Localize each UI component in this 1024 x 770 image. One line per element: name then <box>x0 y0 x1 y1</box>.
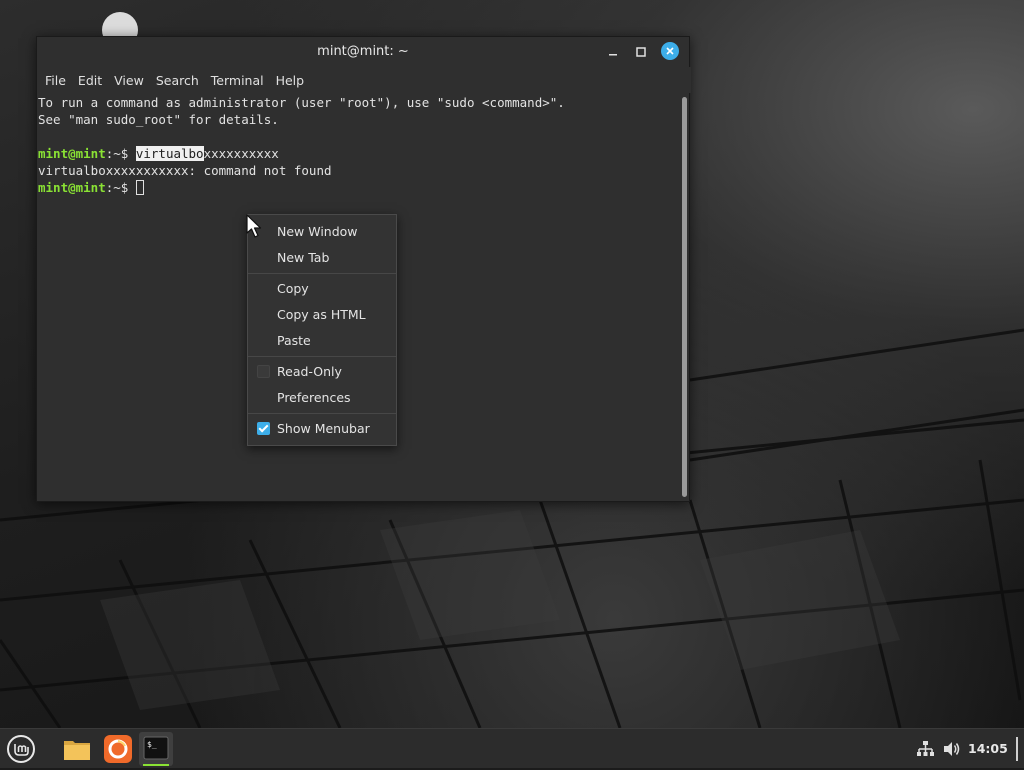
menu-help[interactable]: Help <box>270 73 311 88</box>
menu-file[interactable]: File <box>39 73 72 88</box>
files-launcher[interactable] <box>60 732 94 766</box>
terminal-icon: $_ <box>143 736 169 760</box>
menu-separator <box>248 356 396 357</box>
menu-item-label: Show Menubar <box>277 421 370 436</box>
text-cursor <box>135 180 144 195</box>
minimize-button[interactable] <box>603 42 623 62</box>
menu-item-paste[interactable]: Paste <box>248 328 396 354</box>
scrollbar[interactable] <box>681 93 689 501</box>
menu-item-copy-as-html[interactable]: Copy as HTML <box>248 302 396 328</box>
menu-item-new-window[interactable]: New Window <box>248 219 396 245</box>
close-button[interactable] <box>661 42 679 60</box>
context-menu: New Window New Tab Copy Copy as HTML Pas… <box>247 214 397 446</box>
show-menubar-checkbox[interactable] <box>257 422 270 435</box>
menu-item-label: Copy <box>277 281 309 296</box>
prompt-user: mint@mint <box>38 146 106 161</box>
menubar: File Edit View Search Terminal Help <box>37 67 691 93</box>
taskbar-panel: $_ 14:05 <box>0 728 1024 768</box>
mint-menu-icon[interactable] <box>6 734 36 764</box>
terminal-launcher[interactable]: $_ <box>139 732 173 766</box>
menu-item-label: New Tab <box>277 250 330 265</box>
maximize-icon <box>636 47 646 57</box>
prompt-path: :~$ <box>105 146 136 161</box>
terminal-command-line: mint@mint:~$ virtualboxxxxxxxxxx <box>38 145 279 162</box>
menu-item-read-only[interactable]: Read-Only <box>248 359 396 385</box>
folder-icon <box>64 741 90 760</box>
menu-separator <box>248 413 396 414</box>
menu-item-label: Copy as HTML <box>277 307 366 322</box>
prompt-path: :~$ <box>105 180 136 195</box>
menu-edit[interactable]: Edit <box>72 73 108 88</box>
firefox-icon <box>104 735 132 763</box>
prompt-user: mint@mint <box>38 180 106 195</box>
svg-text:$_: $_ <box>147 740 157 749</box>
terminal-line: See "man sudo_root" for details. <box>38 112 279 127</box>
read-only-checkbox[interactable] <box>257 365 270 378</box>
scrollbar-thumb[interactable] <box>682 97 687 497</box>
volume-icon[interactable] <box>942 740 962 758</box>
menu-item-label: New Window <box>277 224 358 239</box>
firefox-launcher[interactable] <box>101 732 135 766</box>
menu-item-copy[interactable]: Copy <box>248 276 396 302</box>
menu-item-label: Paste <box>277 333 311 348</box>
panel-clock[interactable]: 14:05 <box>968 741 1008 756</box>
close-icon <box>666 47 674 55</box>
selected-text: virtualbo <box>135 146 204 161</box>
terminal-line: To run a command as administrator (user … <box>38 95 565 110</box>
menu-item-preferences[interactable]: Preferences <box>248 385 396 411</box>
menu-item-label: Read-Only <box>277 364 342 379</box>
command-text: xxxxxxxxxx <box>203 146 279 161</box>
maximize-button[interactable] <box>631 42 651 62</box>
terminal-prompt-line: mint@mint:~$ <box>38 179 144 196</box>
menu-item-label: Preferences <box>277 390 351 405</box>
terminal-error-line: virtualboxxxxxxxxxxx: command not found <box>38 163 332 178</box>
menu-separator <box>248 273 396 274</box>
menu-search[interactable]: Search <box>150 73 205 88</box>
menu-terminal[interactable]: Terminal <box>205 73 270 88</box>
menu-item-show-menubar[interactable]: Show Menubar <box>248 416 396 442</box>
window-titlebar[interactable]: mint@mint: ~ <box>37 37 689 67</box>
menu-item-new-tab[interactable]: New Tab <box>248 245 396 271</box>
menu-view[interactable]: View <box>108 73 150 88</box>
network-icon[interactable] <box>916 740 934 758</box>
mouse-pointer-icon <box>246 214 262 238</box>
show-desktop-handle[interactable] <box>1016 737 1018 761</box>
window-title: mint@mint: ~ <box>317 44 409 59</box>
minimize-icon <box>609 54 617 56</box>
